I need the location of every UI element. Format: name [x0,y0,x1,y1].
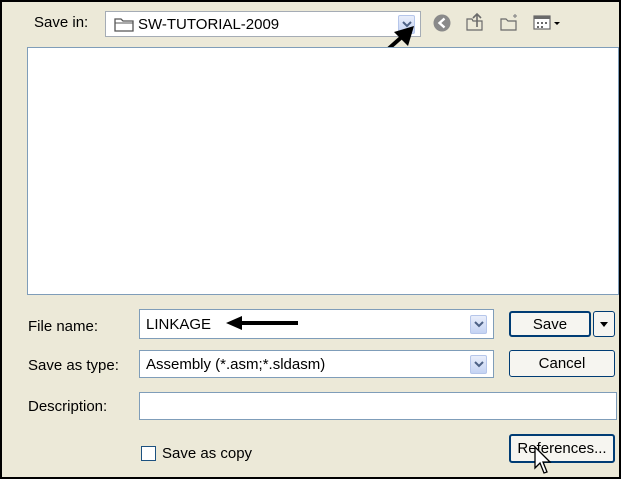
save-as-copy-checkbox[interactable] [141,446,156,461]
references-button-label: References... [517,440,607,457]
new-folder-icon[interactable] [499,12,521,37]
save-in-value: SW-TUTORIAL-2009 [138,16,280,33]
cancel-button[interactable]: Cancel [509,350,615,377]
save-button-label: Save [532,315,568,333]
annotation-arrow-left-icon [226,316,298,330]
save-as-dialog: Save in: SW-TUTORIAL-2009 File name: LIN… [0,0,621,479]
save-button[interactable]: Save [509,311,591,337]
views-menu-icon[interactable] [533,14,565,37]
save-options-dropdown-button[interactable] [593,311,615,337]
file-name-value: LINKAGE [146,316,212,333]
save-as-type-label: Save as type: [28,357,119,374]
back-icon[interactable] [432,13,452,38]
mouse-cursor-icon [534,446,552,474]
up-folder-icon[interactable] [464,11,486,38]
save-as-type-dropdown-icon[interactable] [470,355,487,374]
description-label: Description: [28,398,108,415]
save-in-label: Save in: [34,14,89,31]
file-name-dropdown-icon[interactable] [470,315,487,334]
cancel-button-label: Cancel [538,355,586,372]
save-as-copy-label: Save as copy [162,445,253,462]
file-list-pane[interactable] [27,47,619,295]
caret-down-icon [600,322,608,327]
save-as-type-select[interactable]: Assembly (*.asm;*.sldasm) [139,350,494,378]
file-name-field[interactable]: LINKAGE [139,309,494,339]
file-name-label: File name: [28,318,99,335]
description-field[interactable] [139,392,617,420]
save-as-type-value: Assembly (*.asm;*.sldasm) [146,356,326,373]
folder-icon [114,16,134,37]
references-button[interactable]: References... [509,434,615,463]
